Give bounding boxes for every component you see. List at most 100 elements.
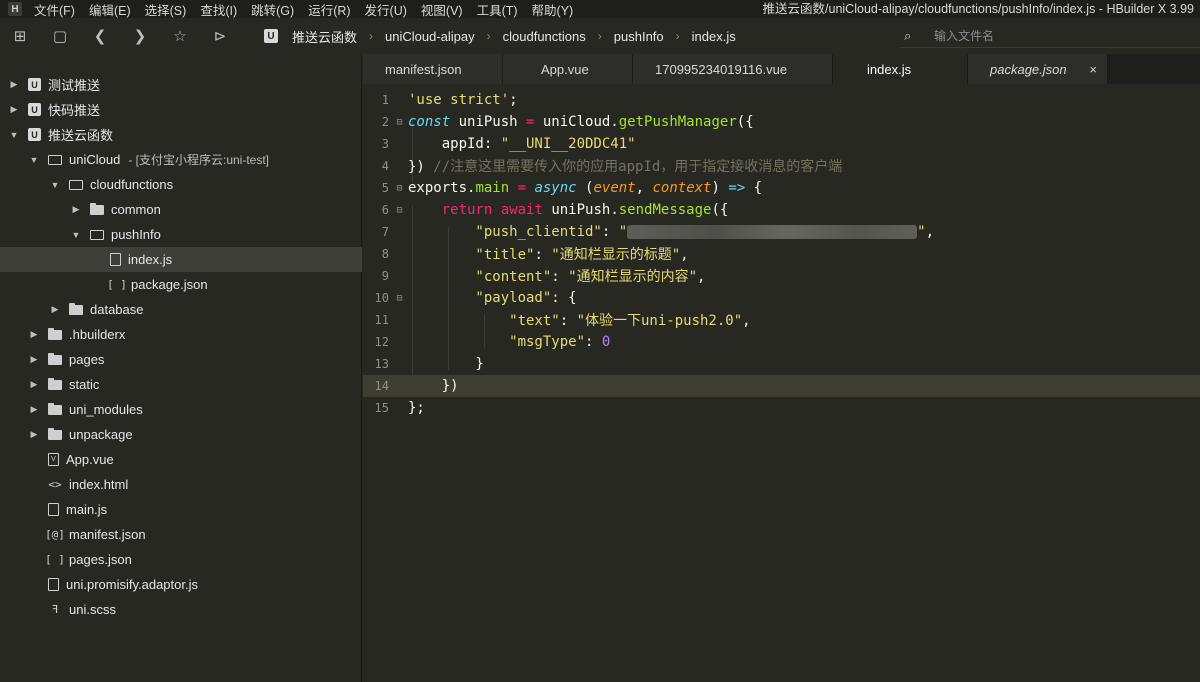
breadcrumb-item[interactable]: uniCloud-alipay <box>385 29 475 44</box>
breadcrumb-item[interactable]: index.js <box>692 29 736 44</box>
code-token: }; <box>408 400 425 416</box>
folder-icon <box>48 327 62 340</box>
tree-item-manifest-json[interactable]: ▶ [@] manifest.json <box>0 522 362 547</box>
back-icon[interactable]: ❮ <box>80 18 120 54</box>
js-file-icon <box>48 578 59 591</box>
js-file-icon <box>110 253 121 266</box>
tree-item-quick-push[interactable]: ▶ U 快码推送 <box>0 97 362 122</box>
tree-item-cloudfunctions[interactable]: ▼ cloudfunctions <box>0 172 362 197</box>
line-number: 3 <box>381 137 389 151</box>
close-icon[interactable]: × <box>1089 62 1097 77</box>
star-icon[interactable]: ☆ <box>160 18 200 54</box>
tree-item-unpackage[interactable]: ▶ unpackage <box>0 422 362 447</box>
json-file-icon: [ ] <box>107 278 127 291</box>
code-token: } <box>408 356 484 372</box>
new-file-icon[interactable]: ⊞ <box>0 18 40 54</box>
tree-item-promisify-adaptor[interactable]: ▶ uni.promisify.adaptor.js <box>0 572 362 597</box>
folder-icon <box>48 377 62 390</box>
code-token: : <box>534 247 552 263</box>
tree-label: static <box>69 377 100 392</box>
chevron-down-icon[interactable]: ▼ <box>70 230 82 240</box>
tab-app-vue[interactable]: App.vue <box>503 54 633 84</box>
menu-goto[interactable]: 跳转(G) <box>251 0 294 19</box>
tree-label: main.js <box>66 502 108 517</box>
code-editor[interactable]: 1 'use strict'; 2 ⊟ const uniPush = uniCl… <box>363 84 1200 682</box>
tree-item-database[interactable]: ▶ database <box>0 297 362 322</box>
project-icon: U <box>264 29 278 43</box>
menu-help[interactable]: 帮助(Y) <box>532 0 574 19</box>
menu-tools[interactable]: 工具(T) <box>477 0 518 19</box>
tree-item-index-js[interactable]: ▶ index.js <box>0 247 362 272</box>
file-search: ⌕ <box>900 24 1200 48</box>
tab-vue-file[interactable]: 170995234019116.vue <box>633 54 833 84</box>
menu-edit[interactable]: 编辑(E) <box>89 0 131 19</box>
tree-item-test-push[interactable]: ▶ U 测试推送 <box>0 72 362 97</box>
chevron-right-icon[interactable]: ▶ <box>28 329 40 340</box>
tree-item-pages-json[interactable]: ▶ [ ] pages.json <box>0 547 362 572</box>
line-number: 2 <box>381 115 389 129</box>
code-token: : <box>601 224 619 240</box>
breadcrumb-item[interactable]: cloudfunctions <box>503 29 586 44</box>
tab-index-js[interactable]: index.js <box>833 54 968 84</box>
search-input[interactable] <box>934 28 1184 43</box>
breadcrumb-item[interactable]: pushInfo <box>614 29 664 44</box>
chevron-down-icon[interactable]: ▼ <box>49 180 61 190</box>
tree-item-uni-modules[interactable]: ▶ uni_modules <box>0 397 362 422</box>
code-token: "text" <box>408 313 560 329</box>
tab-package-json[interactable]: package.json × <box>968 54 1108 84</box>
code-line: 7 "push_clientid": " ", <box>363 221 1200 243</box>
chevron-right-icon[interactable]: ▶ <box>28 379 40 390</box>
tree-item-pages[interactable]: ▶ pages <box>0 347 362 372</box>
tree-label: 测试推送 <box>48 78 101 93</box>
chevron-right-icon[interactable]: ▶ <box>70 204 82 215</box>
fold-toggle-icon[interactable]: ⊟ <box>391 117 408 128</box>
tree-label: unpackage <box>69 427 133 442</box>
menu-file[interactable]: 文件(F) <box>34 0 75 19</box>
menu-find[interactable]: 查找(I) <box>200 0 237 19</box>
editor-tabs: manifest.json App.vue 170995234019116.vu… <box>363 54 1200 84</box>
code-token: : <box>559 313 577 329</box>
run-icon[interactable]: ⊳ <box>200 18 240 54</box>
tree-item-hbuilderx[interactable]: ▶ .hbuilderx <box>0 322 362 347</box>
tree-item-static[interactable]: ▶ static <box>0 372 362 397</box>
tree-item-push-cloud[interactable]: ▼ U 推送云函数 <box>0 122 362 147</box>
menu-view[interactable]: 视图(V) <box>421 0 463 19</box>
tree-item-index-html[interactable]: ▶ <> index.html <box>0 472 362 497</box>
chevron-right-icon[interactable]: ▶ <box>8 79 20 90</box>
chevron-right-icon[interactable]: ▶ <box>28 354 40 365</box>
fold-toggle-icon[interactable]: ⊟ <box>391 183 408 194</box>
tree-item-app-vue[interactable]: ▶ V App.vue <box>0 447 362 472</box>
menu-publish[interactable]: 发行(U) <box>365 0 407 19</box>
chevron-right-icon: › <box>597 29 602 43</box>
menu-select[interactable]: 选择(S) <box>145 0 187 19</box>
json-file-icon: [ ] <box>45 553 65 566</box>
manifest-file-icon: [@] <box>45 528 65 541</box>
html-file-icon: <> <box>48 478 62 491</box>
chevron-right-icon[interactable]: ▶ <box>28 404 40 415</box>
hbuilder-logo-icon: H <box>8 2 22 16</box>
code-line: 9 "content": "通知栏显示的内容", <box>363 265 1200 287</box>
save-icon[interactable]: ▢ <box>40 18 80 54</box>
tree-item-package-json[interactable]: ▶ [ ] package.json <box>0 272 362 297</box>
tab-manifest-json[interactable]: manifest.json <box>363 54 503 84</box>
tree-item-common[interactable]: ▶ common <box>0 197 362 222</box>
chevron-right-icon[interactable]: ▶ <box>28 429 40 440</box>
js-file-icon <box>48 503 59 516</box>
tree-item-pushinfo[interactable]: ▼ pushInfo <box>0 222 362 247</box>
tree-item-main-js[interactable]: ▶ main.js <box>0 497 362 522</box>
code-token: " <box>917 224 926 240</box>
tree-item-unicloud[interactable]: ▼ uniCloud - [支付宝小程序云:uni-test] <box>0 147 362 172</box>
tree-item-uni-scss[interactable]: ▶ ꟻ uni.scss <box>0 597 362 622</box>
chevron-down-icon[interactable]: ▼ <box>8 130 20 140</box>
chevron-down-icon[interactable]: ▼ <box>28 155 40 165</box>
breadcrumb-item[interactable]: 推送云函数 <box>292 27 357 46</box>
code-token: event <box>593 180 636 196</box>
forward-icon[interactable]: ❯ <box>120 18 160 54</box>
chevron-right-icon[interactable]: ▶ <box>8 104 20 115</box>
folder-icon <box>48 402 62 415</box>
chevron-right-icon[interactable]: ▶ <box>49 304 61 315</box>
fold-toggle-icon[interactable]: ⊟ <box>391 293 408 304</box>
fold-toggle-icon[interactable]: ⊟ <box>391 205 408 216</box>
line-number: 7 <box>381 225 389 239</box>
menu-run[interactable]: 运行(R) <box>308 0 350 19</box>
